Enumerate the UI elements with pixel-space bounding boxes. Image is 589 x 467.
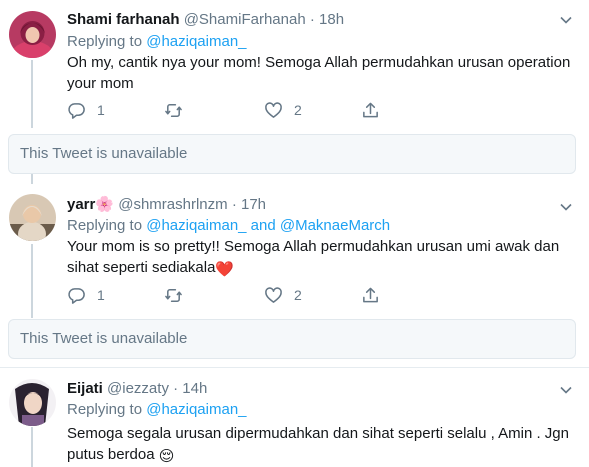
replying-to: Replying to @haziqaiman_ and @MaknaeMarc… [67, 216, 390, 236]
reply-count: 1 [97, 287, 105, 303]
thread-line [31, 427, 33, 467]
like-button[interactable]: 2 [264, 100, 302, 120]
replying-to-link[interactable]: @haziqaiman_ [146, 33, 246, 50]
tweet-actions: 1 2 [67, 100, 387, 120]
share-icon [363, 287, 378, 302]
replying-prefix: Replying to [67, 33, 143, 50]
relieved-face-emoji-icon: 😌 [158, 448, 175, 465]
thread-line [31, 244, 33, 318]
reply-button[interactable]: 1 [67, 100, 105, 120]
chevron-down-icon[interactable] [559, 200, 573, 214]
avatar[interactable] [9, 379, 56, 426]
avatar[interactable] [9, 11, 56, 58]
heart-emoji-icon: ❤️ [215, 261, 235, 278]
timestamp[interactable]: 17h [241, 196, 266, 213]
like-count: 2 [294, 102, 302, 118]
replying-prefix: Replying to [67, 217, 143, 234]
retweet-icon [165, 288, 182, 302]
share-button[interactable] [361, 100, 380, 120]
tweet-text-body: Your mom is so pretty!! Semoga Allah per… [67, 238, 560, 276]
tweet-text: Oh my, cantik nya your mom! Semoga Allah… [67, 54, 571, 92]
separator-dot: · [231, 196, 237, 213]
unavailable-tweet[interactable]: This Tweet is unavailable [8, 134, 576, 174]
share-button[interactable] [361, 285, 380, 305]
tweet-header: Shami farhanah @ShamiFarhanah · 18h [67, 10, 344, 30]
tweet-2[interactable]: yarr🌸 @shmrashrlnzm · 17h Replying to @h… [0, 174, 589, 320]
chevron-down-icon[interactable] [559, 383, 573, 397]
author-handle[interactable]: @shmrashrlnzm [118, 196, 227, 213]
author-name[interactable]: Shami farhanah [67, 11, 180, 28]
retweet-icon [165, 103, 182, 117]
chevron-down-icon[interactable] [559, 13, 573, 27]
avatar-photo-icon [9, 379, 56, 426]
unavailable-tweet[interactable]: This Tweet is unavailable [8, 319, 576, 359]
tweet-text: Your mom is so pretty!! Semoga Allah per… [67, 236, 577, 280]
replying-to: Replying to @haziqaiman_ [67, 400, 247, 420]
reply-count: 1 [97, 102, 105, 118]
like-count: 2 [294, 287, 302, 303]
avatar-photo-icon [9, 194, 56, 241]
thread-line [31, 60, 33, 128]
tweet-actions: 1 2 [67, 285, 387, 305]
timestamp[interactable]: 18h [319, 11, 344, 28]
retweet-button[interactable] [164, 100, 194, 120]
tweet-header: Eijati @iezzaty · 14h [67, 379, 207, 399]
share-icon [363, 102, 378, 117]
replying-to-link[interactable]: @haziqaiman_ and @MaknaeMarch [146, 217, 390, 234]
avatar-photo-icon [9, 11, 56, 58]
heart-icon [265, 101, 282, 118]
reply-button[interactable]: 1 [67, 285, 105, 305]
replying-prefix: Replying to [67, 401, 143, 418]
separator-dot: · [173, 380, 179, 397]
replying-to-link[interactable]: @haziqaiman_ [146, 401, 246, 418]
tweet-text-body: Semoga segala urusan dipermudahkan dan s… [67, 425, 569, 463]
replying-to: Replying to @haziqaiman_ [67, 32, 247, 52]
separator-dot: · [309, 11, 315, 28]
tweet-3[interactable]: Eijati @iezzaty · 14h Replying to @haziq… [0, 368, 589, 467]
timestamp[interactable]: 14h [182, 380, 207, 397]
author-name[interactable]: Eijati [67, 380, 103, 397]
tweet-header: yarr🌸 @shmrashrlnzm · 17h [67, 195, 266, 215]
author-handle[interactable]: @iezzaty [107, 380, 169, 397]
author-handle[interactable]: @ShamiFarhanah [184, 11, 306, 28]
tweet-1[interactable]: Shami farhanah @ShamiFarhanah · 18h Repl… [0, 0, 589, 134]
reply-icon [68, 287, 85, 304]
retweet-button[interactable] [164, 285, 194, 305]
heart-icon [265, 286, 282, 303]
reply-icon [68, 102, 85, 119]
like-button[interactable]: 2 [264, 285, 302, 305]
avatar[interactable] [9, 194, 56, 241]
tweet-text: Semoga segala urusan dipermudahkan dan s… [67, 423, 577, 467]
thread-line [31, 174, 33, 184]
author-name[interactable]: yarr🌸 [67, 196, 114, 213]
